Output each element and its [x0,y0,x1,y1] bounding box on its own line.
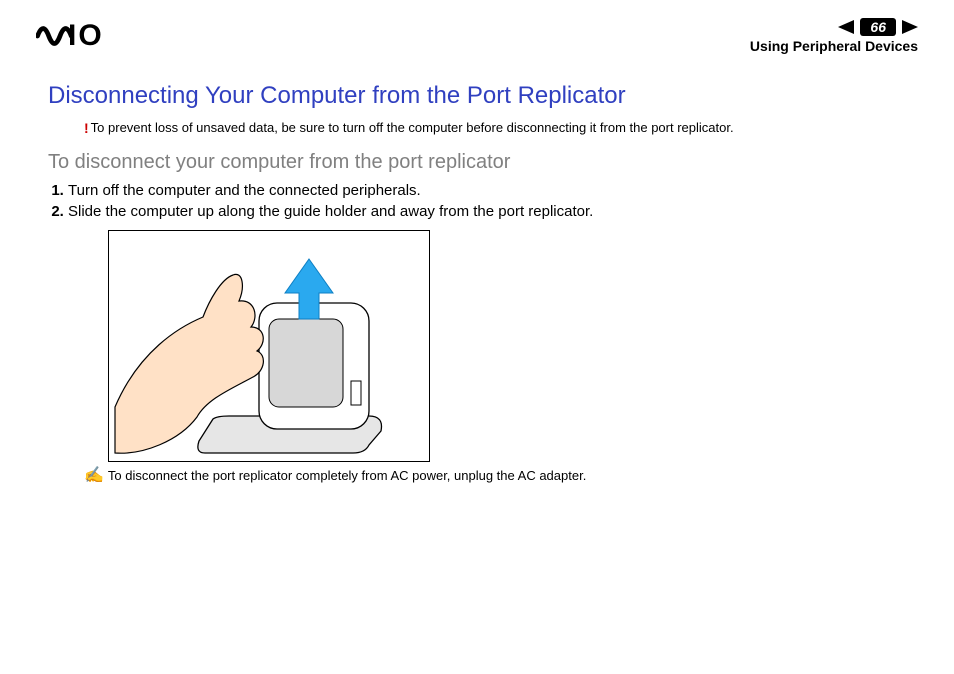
note-callout: ✍ To disconnect the port replicator comp… [84,468,918,484]
warning-callout: ! To prevent loss of unsaved data, be su… [84,120,918,137]
page-number: 66 [860,18,896,36]
page-header: IO 66 Using Peripheral Devices [36,20,918,52]
note-icon: ✍ [84,468,104,484]
section-name: Using Peripheral Devices [750,38,918,54]
list-item: Slide the computer up along the guide ho… [68,203,918,220]
step-list: Turn off the computer and the connected … [68,182,918,220]
note-text: To disconnect the port replicator comple… [108,468,586,483]
list-item: Turn off the computer and the connected … [68,182,918,199]
brand-text: IO [68,19,104,53]
warning-icon: ! [84,120,89,136]
next-page-arrow-icon[interactable] [902,20,918,34]
vaio-wave-icon [36,21,64,51]
page-nav: 66 [838,18,918,36]
page-title: Disconnecting Your Computer from the Por… [48,82,918,110]
warning-text: To prevent loss of unsaved data, be sure… [91,120,734,137]
subsection-title: To disconnect your computer from the por… [48,151,918,174]
instruction-figure [108,230,430,462]
prev-page-arrow-icon[interactable] [838,20,854,34]
page-content: Disconnecting Your Computer from the Por… [48,82,918,484]
brand-logo: IO [36,19,104,53]
